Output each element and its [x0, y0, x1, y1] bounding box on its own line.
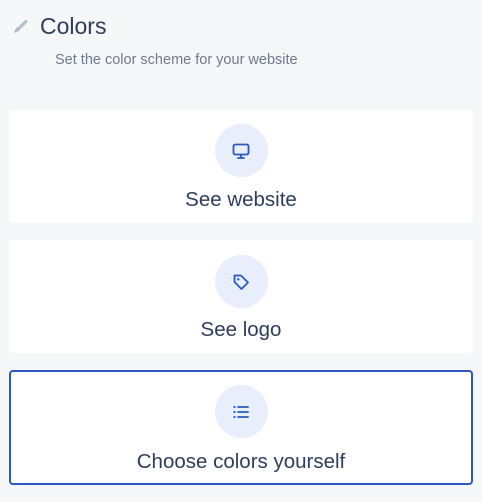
option-see-logo[interactable]: See logo [9, 240, 473, 353]
option-label: See logo [200, 318, 282, 341]
monitor-icon [232, 143, 250, 159]
option-label: See website [185, 188, 297, 211]
list-icon-badge [214, 385, 268, 438]
section-header: Colors Set the color scheme for your web… [0, 0, 482, 100]
list-icon [233, 405, 249, 418]
tag-icon-badge [214, 255, 268, 308]
option-label: Choose colors yourself [136, 450, 346, 473]
option-choose-colors-yourself[interactable]: Choose colors yourself [9, 370, 473, 485]
option-see-website[interactable]: See website [9, 110, 473, 223]
page-title: Colors [40, 13, 107, 39]
page-subtitle: Set the color scheme for your website [55, 52, 298, 68]
monitor-icon-badge [214, 124, 268, 177]
brush-icon [12, 17, 30, 35]
tag-icon [233, 274, 249, 290]
